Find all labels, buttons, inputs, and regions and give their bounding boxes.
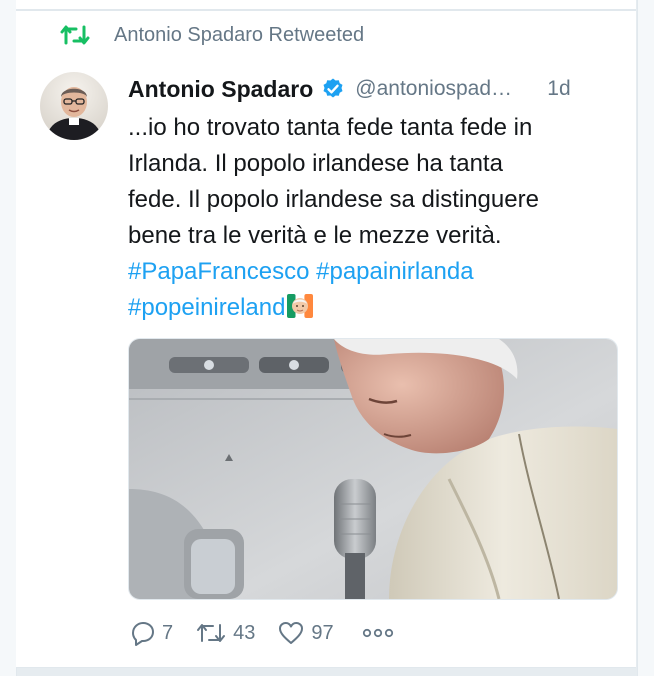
reply-icon xyxy=(132,622,154,646)
tweet-text-line: Irlanda. Il popolo irlandese ha tanta xyxy=(128,150,503,177)
reply-button[interactable]: 7 xyxy=(128,620,173,646)
hashtag-link[interactable]: #PapaFrancesco xyxy=(128,258,309,285)
retweet-button[interactable]: 43 xyxy=(195,620,255,646)
like-count: 97 xyxy=(311,621,334,644)
avatar[interactable] xyxy=(40,72,108,140)
tweet-text-line: fede. Il popolo irlandese sa distinguere xyxy=(128,186,539,213)
previous-tweet-edge xyxy=(16,0,636,10)
retweet-icon xyxy=(60,25,90,45)
tweet-text-line: ...io ho trovato tanta fede tanta fede i… xyxy=(128,114,533,141)
tweet-timestamp[interactable]: 1d xyxy=(547,77,570,101)
hashtag-line: #popeinireland xyxy=(128,290,618,326)
retweet-count: 43 xyxy=(233,621,256,644)
tweet-actions: 7 43 97 xyxy=(128,618,416,648)
timeline-background: Antonio Spadaro Retweeted Antonio Spadar… xyxy=(0,0,654,676)
heart-icon xyxy=(279,622,304,644)
tweet-text: ...io ho trovato tanta fede tanta fede i… xyxy=(128,110,618,326)
left-gutter xyxy=(0,0,17,676)
hashtag-link[interactable]: #popeinireland xyxy=(128,294,285,321)
more-button[interactable] xyxy=(362,626,394,640)
hashtag-link[interactable]: #papainirlanda xyxy=(316,258,473,285)
retweet-context[interactable]: Antonio Spadaro Retweeted xyxy=(60,22,364,48)
flag-ireland-pope-emoji xyxy=(287,294,314,318)
author-name[interactable]: Antonio Spadaro xyxy=(128,76,313,103)
retweet-label[interactable]: Antonio Spadaro Retweeted xyxy=(114,24,364,47)
avatar-image xyxy=(40,72,108,140)
tweet-text-line: bene tra le verità e le mezze verità. xyxy=(128,222,502,249)
photo-pope-on-plane xyxy=(129,339,617,599)
retweet-icon xyxy=(197,624,226,642)
tweet-media-photo[interactable] xyxy=(128,338,618,600)
reply-count: 7 xyxy=(162,621,174,644)
right-gutter xyxy=(637,0,654,676)
hashtag-line: #PapaFrancesco #papainirlanda xyxy=(128,254,618,290)
author-handle[interactable]: @antoniospad… xyxy=(355,77,533,101)
tweet-header: Antonio Spadaro @antoniospad… 1d xyxy=(128,72,618,106)
verified-badge-icon xyxy=(323,78,343,98)
like-button[interactable]: 97 xyxy=(277,620,334,646)
more-icon xyxy=(362,628,393,638)
